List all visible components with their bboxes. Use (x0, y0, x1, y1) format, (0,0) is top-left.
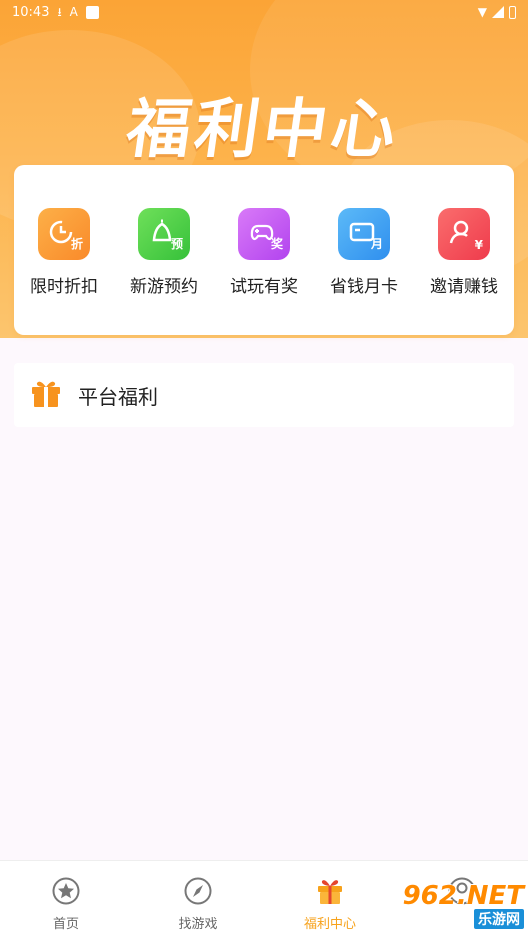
tab-welfare-center[interactable]: 福利中心 (264, 861, 396, 938)
feature-row: 折 限时折扣 预 新游预约 奖 试玩有奖 月 省钱月卡 ¥ 邀请赚钱 (14, 208, 514, 297)
watermark-bottom: 乐游网 (474, 909, 524, 929)
monthly-card-icon: 月 (338, 208, 390, 260)
feature-label: 试玩有奖 (230, 277, 298, 297)
star-icon (52, 877, 80, 909)
notification-icon (85, 5, 99, 19)
status-time: 10:43 (12, 4, 50, 20)
download-icon: ⭳ (57, 5, 62, 19)
clock-discount-icon: 折 (38, 208, 90, 260)
feature-label: 限时折扣 (30, 277, 98, 297)
platform-benefits-section[interactable]: 平台福利 (14, 363, 514, 427)
gift-icon (30, 378, 62, 412)
feature-limited-discount[interactable]: 折 限时折扣 (19, 208, 109, 297)
battery-icon (509, 5, 516, 19)
section-title: 平台福利 (78, 384, 158, 409)
feature-invite-earn[interactable]: ¥ 邀请赚钱 (419, 208, 509, 297)
feature-new-game-reserve[interactable]: 预 新游预约 (119, 208, 209, 297)
feature-label: 邀请赚钱 (430, 277, 498, 297)
feature-label: 新游预约 (130, 277, 198, 297)
invite-earn-icon: ¥ (438, 208, 490, 260)
page-title: 福利中心 (121, 93, 405, 167)
font-icon: A (69, 5, 78, 19)
feature-monthly-card[interactable]: 月 省钱月卡 (319, 208, 409, 297)
status-bar: 10:43 ⭳ A ▼ (0, 0, 528, 24)
gift-icon (316, 877, 344, 909)
tab-find-games[interactable]: 找游戏 (132, 861, 264, 938)
feature-trial-reward[interactable]: 奖 试玩有奖 (219, 208, 309, 297)
tab-home[interactable]: 首页 (0, 861, 132, 938)
tab-label: 福利中心 (303, 917, 356, 932)
compass-icon (184, 877, 212, 909)
signal-icon (492, 6, 504, 18)
tab-label: 首页 (52, 917, 79, 932)
bell-reserve-icon: 预 (138, 208, 190, 260)
watermark-top: 962.NET (402, 881, 524, 911)
wifi-icon: ▼ (477, 5, 487, 19)
feature-label: 省钱月卡 (330, 277, 398, 297)
site-watermark: 962.NET 乐游网 (388, 880, 524, 930)
gamepad-reward-icon: 奖 (238, 208, 290, 260)
tab-label: 找游戏 (178, 917, 218, 932)
